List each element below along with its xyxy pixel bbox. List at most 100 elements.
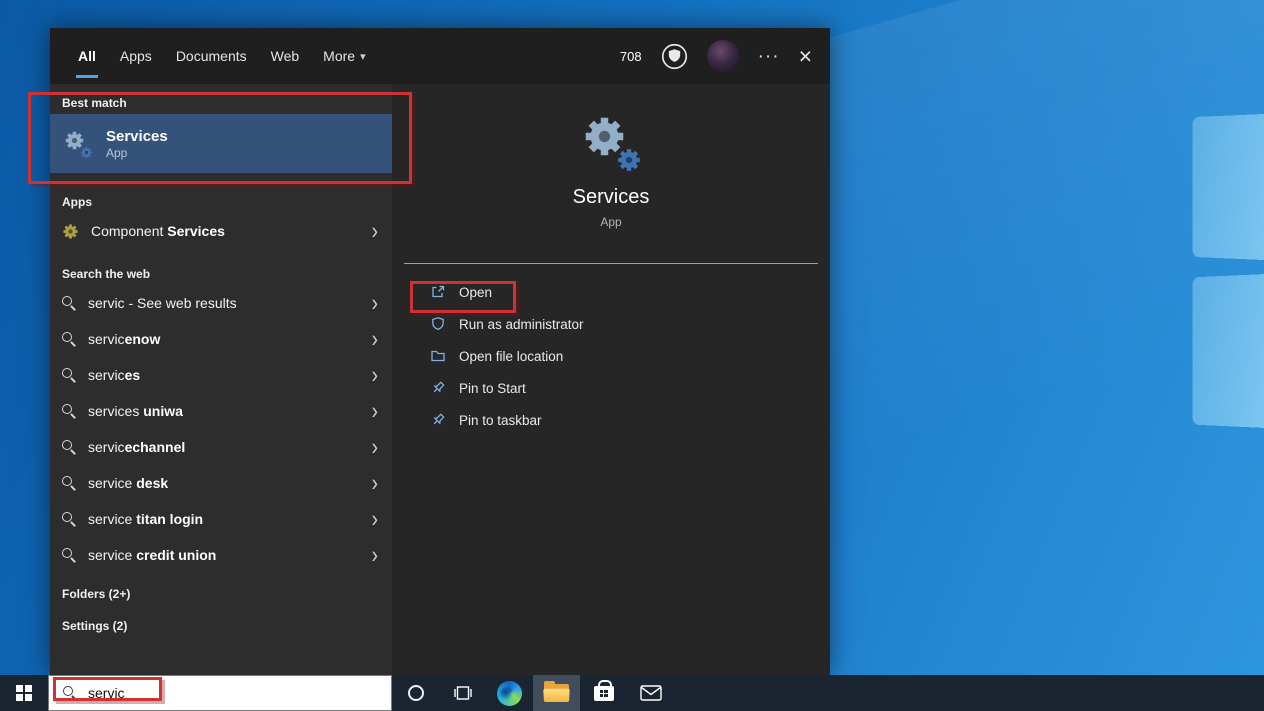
best-match-text: Services App [106,127,168,161]
web-suggestion-row[interactable]: service credit union › [50,537,392,573]
edge-icon [497,680,522,706]
action-open[interactable]: Open [392,276,830,308]
wallpaper-logo-pane [1192,112,1264,262]
chevron-right-icon[interactable]: › [372,291,378,315]
search-icon [62,368,76,382]
component-services-icon [62,223,79,240]
web-suggestion-row[interactable]: services › [50,357,392,393]
action-pin-to-taskbar[interactable]: Pin to taskbar [392,404,830,436]
preview-pane: Services App Open Run as administrator O… [392,84,830,675]
chevron-right-icon[interactable]: › [372,507,378,531]
file-location-icon [431,350,445,362]
pin-icon [433,413,445,425]
best-match-header: Best match [62,96,127,110]
preview-divider [404,263,818,264]
search-icon [62,332,76,346]
task-view-button[interactable] [439,675,486,711]
tab-all[interactable]: All [76,28,98,84]
cortana-icon [407,685,424,701]
search-icon [63,686,77,700]
suggestion-text: services uniwa [88,403,183,419]
web-suggestion-row[interactable]: service desk › [50,465,392,501]
tab-apps[interactable]: Apps [120,28,152,84]
taskbar [0,675,1264,711]
services-gear-icon [64,130,92,158]
results-column: Best match Services App Apps Component S… [50,84,392,675]
defender-shield-icon[interactable] [661,43,688,70]
web-suggestion-row[interactable]: servicechannel › [50,429,392,465]
apps-section-header: Apps [62,195,92,209]
more-options-icon[interactable]: ··· [758,47,780,66]
search-filter-tabbar: All Apps Documents Web More ▾ 708 ··· × [50,28,830,84]
tabbar-right-cluster: 708 ··· × [620,40,812,72]
suggestion-text: servicechannel [88,439,186,455]
windows-logo-icon [16,685,32,701]
suggestion-text: servicenow [88,331,161,347]
best-match-subtitle: App [106,145,128,160]
search-results-body: Best match Services App Apps Component S… [50,84,830,675]
action-pin-to-start[interactable]: Pin to Start [392,372,830,404]
web-suggestion-list: servic - See web results › servicenow › … [50,285,392,573]
file-explorer-button[interactable] [533,675,580,711]
desktop: All Apps Documents Web More▾ 708 ··· × [0,0,1264,711]
app-result-text: Component Services [91,223,225,239]
task-view-icon [453,686,472,700]
preview-title: Services [572,186,650,208]
close-icon[interactable]: × [799,44,812,68]
pin-icon [433,381,445,393]
edge-button[interactable] [486,675,533,711]
web-section-header: Search the web [62,267,151,281]
web-suggestion-row[interactable]: service titan login › [50,501,392,537]
wallpaper-logo-pane [1192,272,1264,430]
tab-more[interactable]: More ▾ [323,28,365,84]
suggestion-text: service titan login [88,511,204,527]
best-match-result-services[interactable]: Services App [50,114,392,173]
mail-button[interactable] [627,675,674,711]
suggestion-text: service credit union [88,547,217,563]
web-suggestion-row[interactable]: servic - See web results › [50,285,392,321]
mail-icon [639,685,662,701]
start-search-flyout: All Apps Documents Web More▾ 708 ··· × [50,28,830,675]
admin-shield-icon [432,317,444,331]
search-icon [62,440,76,454]
chevron-down-icon: ▾ [360,50,366,63]
chevron-right-icon[interactable]: › [372,471,378,495]
web-suggestion-row[interactable]: services uniwa › [50,393,392,429]
cortana-button[interactable] [392,675,439,711]
search-icon [62,476,76,490]
chevron-right-icon[interactable]: › [372,219,378,243]
chevron-right-icon[interactable]: › [372,327,378,351]
suggestion-text: service desk [88,475,169,491]
suggestion-text: services [88,367,141,383]
preview-subtitle: App [600,215,622,229]
chevron-right-icon[interactable]: › [372,363,378,387]
best-match-title: Services [106,127,168,145]
action-run-as-administrator[interactable]: Run as administrator [392,308,830,340]
search-icon [62,296,76,310]
user-avatar[interactable] [706,40,739,72]
search-icon [62,548,76,562]
start-button[interactable] [0,675,48,711]
file-explorer-icon [543,681,570,702]
app-result-component-services[interactable]: Component Services › [50,213,392,249]
search-icon [62,512,76,526]
settings-section-header[interactable]: Settings (2) [50,615,392,637]
services-gear-icon-large [580,114,642,171]
suggestion-text: servic - See web results [88,295,237,311]
action-open-file-location[interactable]: Open file location [392,340,830,372]
store-icon [593,679,614,701]
microsoft-store-button[interactable] [580,675,627,711]
defender-count-badge: 708 [619,48,642,64]
tab-documents[interactable]: Documents [176,28,247,84]
chevron-right-icon[interactable]: › [372,399,378,423]
taskbar-search-box[interactable] [48,675,392,711]
chevron-right-icon[interactable]: › [372,543,378,567]
tab-web[interactable]: Web [271,28,300,84]
chevron-right-icon[interactable]: › [372,435,378,459]
search-icon [62,404,76,418]
web-suggestion-row[interactable]: servicenow › [50,321,392,357]
context-actions: Open Run as administrator Open file loca… [392,276,830,436]
folders-section-header[interactable]: Folders (2+) [50,583,392,605]
search-input[interactable] [86,684,346,702]
open-icon [432,285,445,298]
